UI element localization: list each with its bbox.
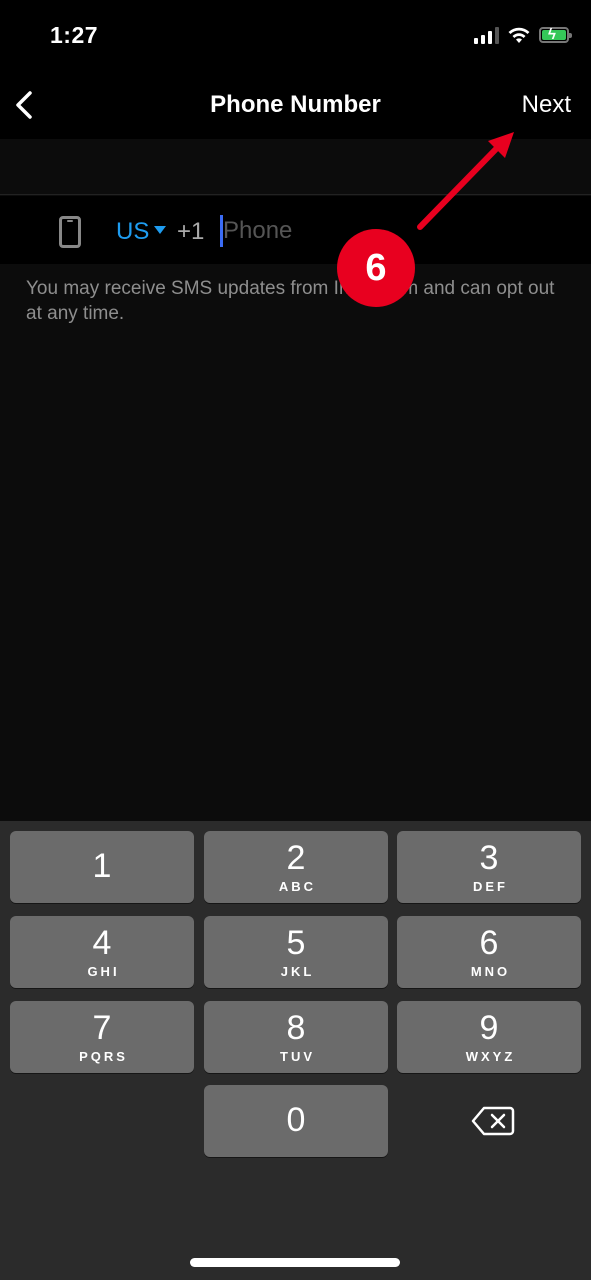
sms-disclaimer: You may receive SMS updates from Instagr… <box>26 278 555 324</box>
key-4[interactable]: 4 GHI <box>10 916 194 988</box>
cellular-signal-icon <box>474 26 499 44</box>
caret-down-icon[interactable] <box>154 226 166 234</box>
step-number-badge: 6 <box>337 229 415 307</box>
key-5[interactable]: 5 JKL <box>204 916 388 988</box>
section-spacer <box>0 139 591 195</box>
nav-bar: Phone Number Next <box>0 75 591 139</box>
status-bar: 1:27 ϟ <box>0 0 591 75</box>
next-button[interactable]: Next <box>522 91 571 119</box>
phone-number-row: US +1 <box>0 196 591 264</box>
key-8[interactable]: 8 TUV <box>204 1001 388 1073</box>
page-title: Phone Number <box>210 91 381 118</box>
key-2[interactable]: 2 ABC <box>204 831 388 903</box>
home-indicator[interactable] <box>190 1258 400 1267</box>
key-9[interactable]: 9 WXYZ <box>397 1001 581 1073</box>
status-icons: ϟ <box>474 26 572 44</box>
key-1[interactable]: 1 <box>10 831 194 903</box>
numeric-keypad: 1 2 ABC 3 DEF 4 GHI 5 JKL 6 MNO 7 PQRS 8 TUV 9W… <box>0 821 591 1280</box>
key-0[interactable]: 0 <box>204 1085 388 1157</box>
key-6[interactable]: 6 MNO <box>397 916 581 988</box>
battery-charging-icon: ϟ <box>539 26 572 43</box>
key-7[interactable]: 7 PQRS <box>10 1001 194 1073</box>
dial-code: +1 <box>177 218 205 245</box>
key-3[interactable]: 3 DEF <box>397 831 581 903</box>
status-time: 1:27 <box>50 22 99 48</box>
backspace-icon[interactable] <box>470 1105 516 1137</box>
wifi-icon <box>508 27 530 43</box>
smartphone-icon <box>59 216 81 248</box>
country-selector[interactable]: US <box>116 218 149 246</box>
